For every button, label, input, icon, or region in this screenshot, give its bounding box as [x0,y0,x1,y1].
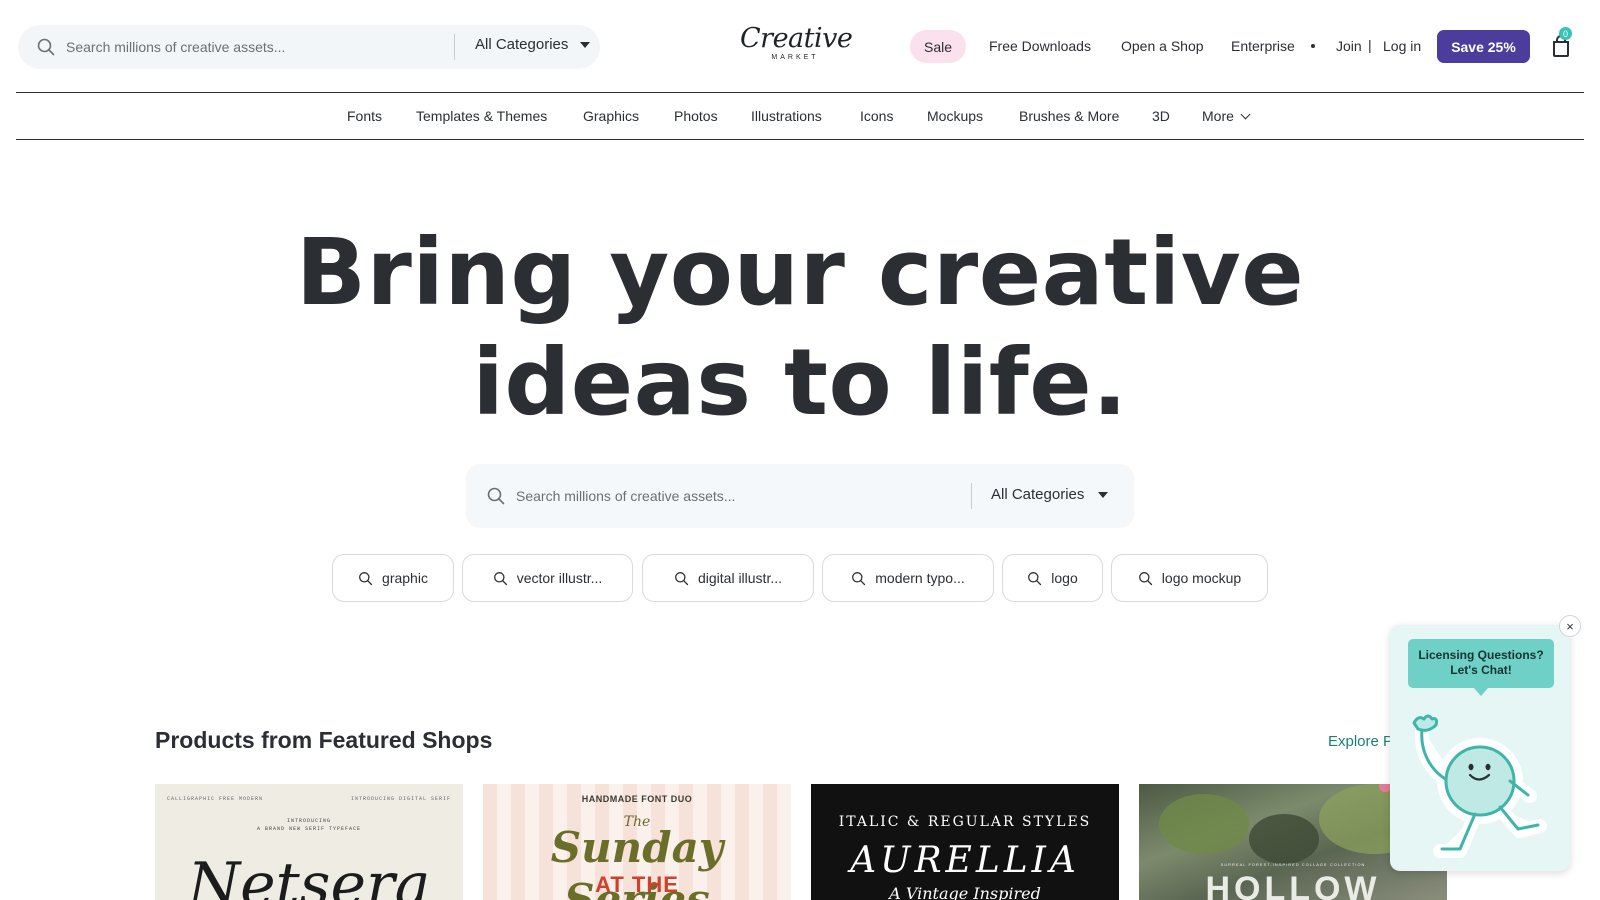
chip-logo-mockup[interactable]: logo mockup [1111,554,1268,602]
nav-more[interactable]: More [1202,108,1251,124]
product-card-aurellia[interactable]: ITALIC & REGULAR STYLES AURELLIA A Vinta… [811,784,1119,900]
nav-photos[interactable]: Photos [674,108,718,124]
separator-dot [1311,44,1315,48]
logo-wordmark: Creative [740,23,853,54]
header-category-dropdown[interactable]: All Categories [475,36,591,53]
save-25-button[interactable]: Save 25% [1437,30,1530,63]
header-search-input[interactable] [66,36,436,58]
search-icon [37,38,55,56]
chat-speech-bubble: Licensing Questions? Let's Chat! [1408,639,1554,696]
sale-link[interactable]: Sale [910,30,966,63]
chip-label: graphic [382,570,428,586]
chip-vector-illustration[interactable]: vector illustr... [462,554,633,602]
header-search-bar: All Categories [18,25,600,69]
search-divider [971,483,972,509]
search-icon [1138,571,1152,585]
hero-search-bar: All Categories [466,464,1134,528]
product-card-sunday-series[interactable]: HANDMADE FONT DUO The Sunday Series AT T… [483,784,791,900]
top-header: All Categories Creative MARKET Sale Free… [0,0,1600,92]
search-icon [487,487,505,505]
mascot-icon [1412,714,1547,858]
foliage-shape [1159,794,1249,854]
chat-bubble-line1: Licensing Questions? [1418,648,1544,662]
nav-illustrations[interactable]: Illustrations [751,108,822,124]
separator-pipe: | [1368,37,1372,53]
enterprise-link[interactable]: Enterprise [1231,38,1295,54]
nav-brushes-more[interactable]: Brushes & More [1019,108,1119,124]
card-intro-text: A BRAND NEW SERIF TYPEFACE [256,826,361,832]
chip-label: vector illustr... [516,570,603,586]
card-small-text: HANDMADE FONT DUO [581,794,693,804]
chip-label: digital illustr... [697,570,783,586]
free-downloads-link[interactable]: Free Downloads [989,38,1091,54]
chip-label: modern typo... [875,570,965,586]
chat-bubble-line2: Let's Chat! [1450,663,1512,677]
hero-headline-line1: Bring your creative [295,219,1305,326]
product-card-netsera[interactable]: CALLIGRAPHIC FREE MODERN INTRODUCING DIG… [155,784,463,900]
chevron-down-icon [1240,109,1251,120]
nav-mockups[interactable]: Mockups [927,108,983,124]
join-link[interactable]: Join [1336,38,1362,54]
chip-logo[interactable]: logo [1002,554,1103,602]
cart-count-badge: 0 [1559,27,1572,40]
card-title: AURELLIA [850,840,1080,881]
open-shop-link[interactable]: Open a Shop [1121,38,1204,54]
suggested-searches: graphic vector illustr... digital illust… [0,554,1600,602]
card-title: Netsera [187,850,431,900]
nav-fonts[interactable]: Fonts [347,108,382,124]
chip-graphic[interactable]: graphic [332,554,454,602]
caret-down-icon [1098,491,1109,498]
category-nav: Fonts Templates & Themes Graphics Photos… [0,93,1600,139]
hero-headline: Bring your creative ideas to life. [0,218,1600,438]
caret-down-icon [580,41,591,48]
header-divider-bottom [16,139,1584,140]
nav-more-label: More [1202,108,1234,124]
foliage-shape [1249,814,1319,864]
search-divider [454,34,455,60]
card-small-text: ITALIC & REGULAR STYLES [838,814,1092,830]
login-link[interactable]: Log in [1383,38,1421,54]
logo-subtext: MARKET [771,54,819,61]
search-icon [493,571,507,585]
featured-shops-heading: Products from Featured Shops [155,727,493,753]
card-intro-text: INTRODUCING [286,818,331,824]
nav-icons[interactable]: Icons [860,108,893,124]
search-icon [359,571,373,585]
card-small-text: INTRODUCING DIGITAL SERIF [350,796,451,802]
chip-modern-typography[interactable]: modern typo... [822,554,994,602]
chip-label: logo [1051,570,1078,586]
creative-market-logo[interactable]: Creative MARKET [740,23,853,68]
card-small-text: CALLIGRAPHIC FREE MODERN [167,796,264,802]
category-label: All Categories [991,486,1085,503]
nav-templates-themes[interactable]: Templates & Themes [416,108,547,124]
nav-graphics[interactable]: Graphics [583,108,639,124]
category-label: All Categories [475,36,569,53]
card-subtitle: AT THE [595,872,679,897]
nav-3d[interactable]: 3D [1152,108,1170,124]
chat-close-button[interactable]: × [1559,615,1581,637]
chip-digital-illustration[interactable]: digital illustr... [642,554,814,602]
search-icon [1028,571,1042,585]
licensing-chat-widget[interactable]: Licensing Questions? Let's Chat! [1390,625,1570,871]
hero-search-input[interactable] [516,485,936,507]
explore-link[interactable]: Explore P [1328,733,1393,750]
card-subtitle: A Vintage Inspired [889,884,1041,900]
search-icon [675,571,689,585]
chip-label: logo mockup [1161,570,1242,586]
search-icon [852,571,866,585]
hero-headline-line2: ideas to life. [472,329,1128,436]
hero-category-dropdown[interactable]: All Categories [991,486,1109,503]
card-title: HOLLOW [1205,870,1381,900]
